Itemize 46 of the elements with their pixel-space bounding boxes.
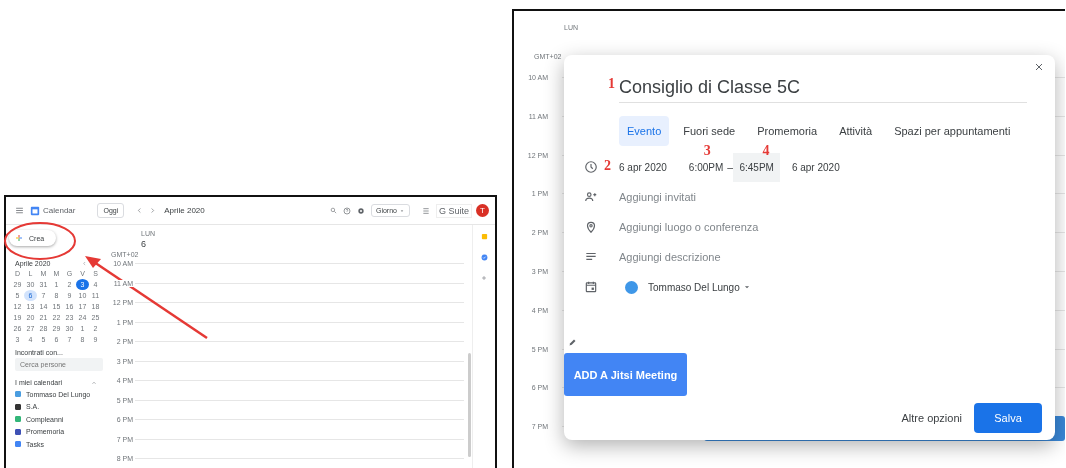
- checkbox[interactable]: [15, 428, 21, 435]
- plus-icon[interactable]: [481, 275, 487, 281]
- start-date[interactable]: 6 apr 2020: [613, 152, 673, 182]
- close-icon[interactable]: [1033, 61, 1045, 73]
- annotation-number: 3: [703, 143, 711, 158]
- add-guests-field[interactable]: Aggiungi invitati: [619, 191, 697, 203]
- checkbox[interactable]: [15, 403, 21, 410]
- tab[interactable]: Fuori sede: [675, 116, 744, 146]
- pencil-icon: [568, 338, 577, 347]
- checkbox[interactable]: [15, 441, 21, 448]
- jitsi-button[interactable]: ADD A Jitsi Meeting: [564, 353, 687, 396]
- note-icon[interactable]: [480, 233, 488, 240]
- calendar-select[interactable]: Tommaso Del Lungo: [648, 281, 752, 293]
- day-number[interactable]: 6: [141, 239, 146, 249]
- calendar-logo-icon: [30, 205, 40, 216]
- tab[interactable]: Evento: [619, 116, 670, 146]
- search-icon[interactable]: [329, 207, 337, 214]
- time-separator: –: [727, 161, 734, 173]
- tab[interactable]: Spazi per appuntamenti: [886, 116, 1019, 146]
- chevron-left-icon[interactable]: [82, 261, 87, 266]
- clock-icon: [584, 160, 598, 174]
- help-icon[interactable]: [342, 206, 351, 215]
- collapse-icon[interactable]: [91, 379, 97, 386]
- check-circle-icon[interactable]: [480, 254, 488, 261]
- app-name: Calendar: [43, 206, 76, 215]
- annotation-number: 2: [604, 159, 611, 173]
- location-pin-icon: [584, 220, 598, 234]
- more-options-button[interactable]: Altre opzioni: [901, 406, 962, 430]
- calendar-icon: [584, 280, 598, 294]
- add-description-field[interactable]: Aggiungi descrizione: [619, 251, 721, 263]
- plus-icon: [15, 234, 23, 242]
- checkbox[interactable]: [15, 416, 21, 423]
- save-button[interactable]: Salva: [974, 403, 1042, 433]
- chevron-right-icon[interactable]: [149, 207, 157, 214]
- end-date[interactable]: 6 apr 2020: [785, 152, 846, 182]
- checkbox[interactable]: [15, 391, 21, 398]
- avatar[interactable]: T: [476, 204, 489, 217]
- tab[interactable]: Attività: [831, 116, 881, 146]
- menu-icon[interactable]: [15, 206, 24, 215]
- tab[interactable]: Promemoria: [749, 116, 826, 146]
- settings-icon[interactable]: [356, 206, 365, 215]
- add-location-field[interactable]: Aggiungi luogo o conferenza: [619, 221, 759, 233]
- suite-label: G Suite: [436, 203, 472, 218]
- annotation-number: 1: [608, 77, 615, 91]
- people-icon: [584, 190, 598, 204]
- period-title: Aprile 2020: [164, 206, 205, 215]
